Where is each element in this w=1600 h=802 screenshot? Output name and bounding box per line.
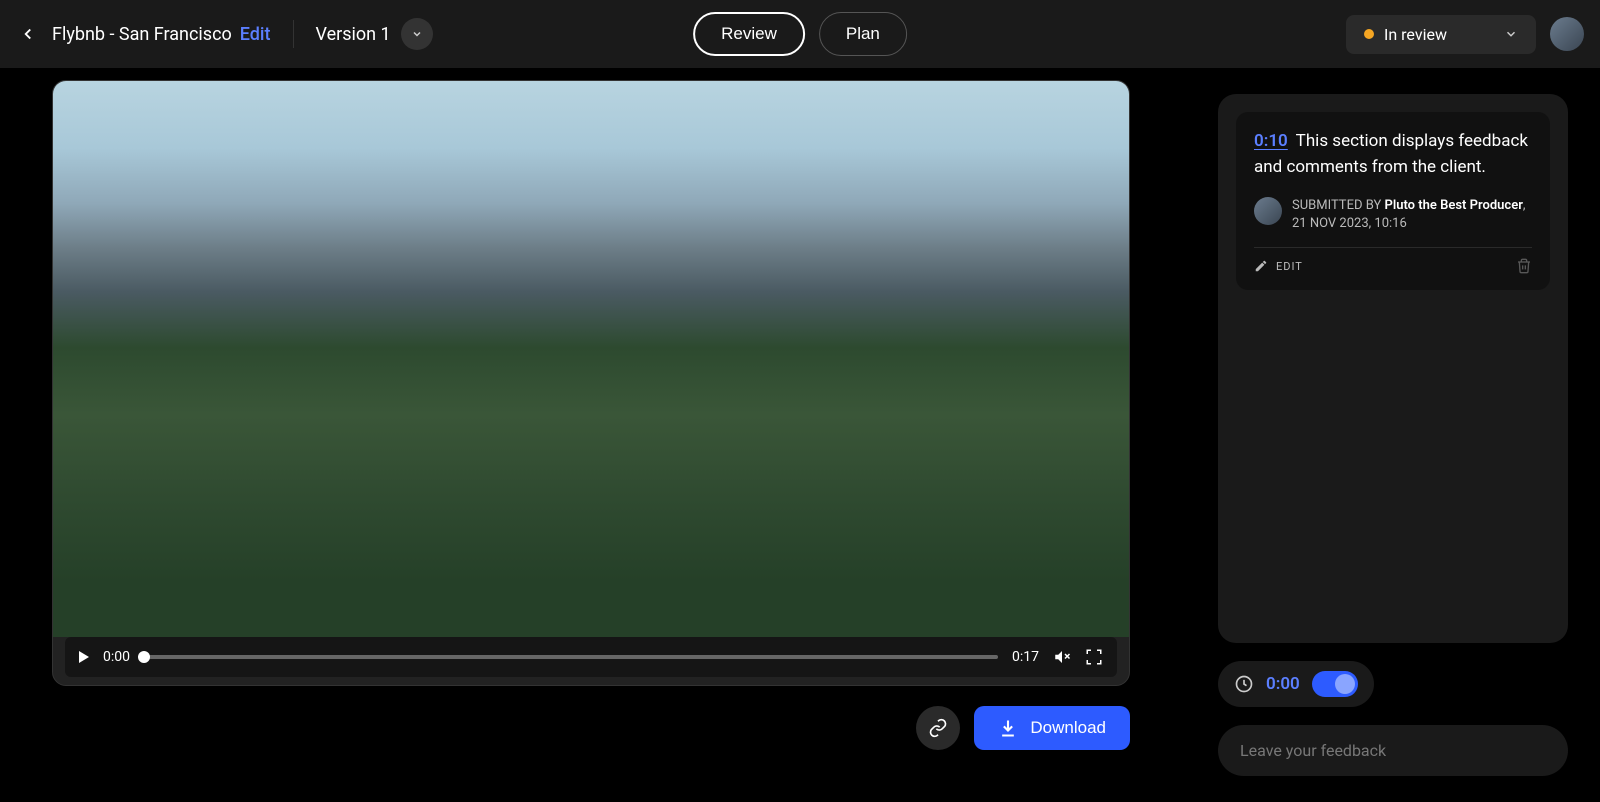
progress-bar[interactable] [144, 655, 998, 659]
comment-meta-text: SUBMITTED BY Pluto the Best Producer, 21… [1292, 197, 1532, 233]
comment-timestamp[interactable]: 0:10 [1254, 131, 1288, 151]
feedback-input[interactable]: Leave your feedback [1218, 725, 1568, 776]
comment-actions: EDIT [1254, 258, 1532, 274]
left-column: 0:00 0:17 Download [0, 68, 1218, 802]
delete-comment-button[interactable] [1516, 258, 1532, 274]
comment-text: This section displays feedback and comme… [1254, 131, 1528, 177]
plan-tab[interactable]: Plan [819, 12, 907, 56]
project-title: Flybnb - San Francisco [52, 24, 232, 45]
comment-card: 0:10 This section displays feedback and … [1236, 112, 1550, 290]
progress-handle[interactable] [138, 651, 150, 663]
separator [1254, 247, 1532, 248]
edit-link[interactable]: Edit [240, 24, 271, 45]
title-group: Flybnb - San Francisco Edit [52, 24, 271, 45]
submitted-by-prefix: SUBMITTED BY [1292, 198, 1385, 213]
trash-icon [1516, 258, 1532, 274]
copy-link-button[interactable] [916, 706, 960, 750]
chevron-left-icon [19, 25, 37, 43]
timestamp-toggle[interactable] [1312, 671, 1358, 697]
chevron-down-icon [1504, 27, 1518, 41]
separator [293, 20, 294, 48]
comment-sep: , [1523, 198, 1526, 213]
video-player[interactable]: 0:00 0:17 [52, 80, 1130, 686]
comment-meta: SUBMITTED BY Pluto the Best Producer, 21… [1254, 197, 1532, 233]
duration: 0:17 [1012, 649, 1039, 665]
comments-panel: 0:10 This section displays feedback and … [1218, 94, 1568, 643]
comment-body: 0:10 This section displays feedback and … [1254, 128, 1532, 181]
header-right: In review [1346, 15, 1584, 54]
link-icon [928, 718, 948, 738]
clock-icon [1234, 674, 1254, 694]
comment-date: 21 NOV 2023, 10:16 [1292, 216, 1407, 231]
volume-muted-icon [1053, 647, 1071, 667]
actions-row: Download [52, 706, 1130, 750]
comment-author: Pluto the Best Producer [1385, 198, 1523, 213]
time-toggle-row: 0:00 [1218, 661, 1374, 707]
fullscreen-button[interactable] [1085, 648, 1103, 666]
version-dropdown[interactable] [401, 18, 433, 50]
center-nav: Review Plan [693, 12, 907, 56]
status-label: In review [1384, 25, 1447, 44]
chevron-down-icon [411, 28, 423, 40]
header: Flybnb - San Francisco Edit Version 1 Re… [0, 0, 1600, 68]
main: 0:00 0:17 Download [0, 68, 1600, 802]
time-value: 0:00 [1266, 674, 1300, 694]
download-label: Download [1030, 718, 1106, 738]
status-dropdown[interactable]: In review [1346, 15, 1536, 54]
user-avatar[interactable] [1550, 17, 1584, 51]
video-controls: 0:00 0:17 [65, 637, 1117, 677]
video-thumbnail [53, 81, 1129, 637]
pencil-icon [1254, 259, 1268, 273]
play-button[interactable] [79, 651, 89, 663]
version-label: Version 1 [316, 24, 391, 45]
back-button[interactable] [16, 22, 40, 46]
download-button[interactable]: Download [974, 706, 1130, 750]
version-group: Version 1 [316, 18, 433, 50]
download-icon [998, 718, 1018, 738]
mute-button[interactable] [1053, 648, 1071, 666]
right-column: 0:10 This section displays feedback and … [1218, 68, 1600, 802]
current-time: 0:00 [103, 649, 130, 665]
edit-label: EDIT [1276, 260, 1303, 273]
status-dot-icon [1364, 29, 1374, 39]
review-tab[interactable]: Review [693, 12, 805, 56]
edit-comment-button[interactable]: EDIT [1254, 259, 1303, 273]
comment-avatar [1254, 197, 1282, 225]
toggle-knob [1335, 674, 1355, 694]
fullscreen-icon [1085, 648, 1103, 666]
